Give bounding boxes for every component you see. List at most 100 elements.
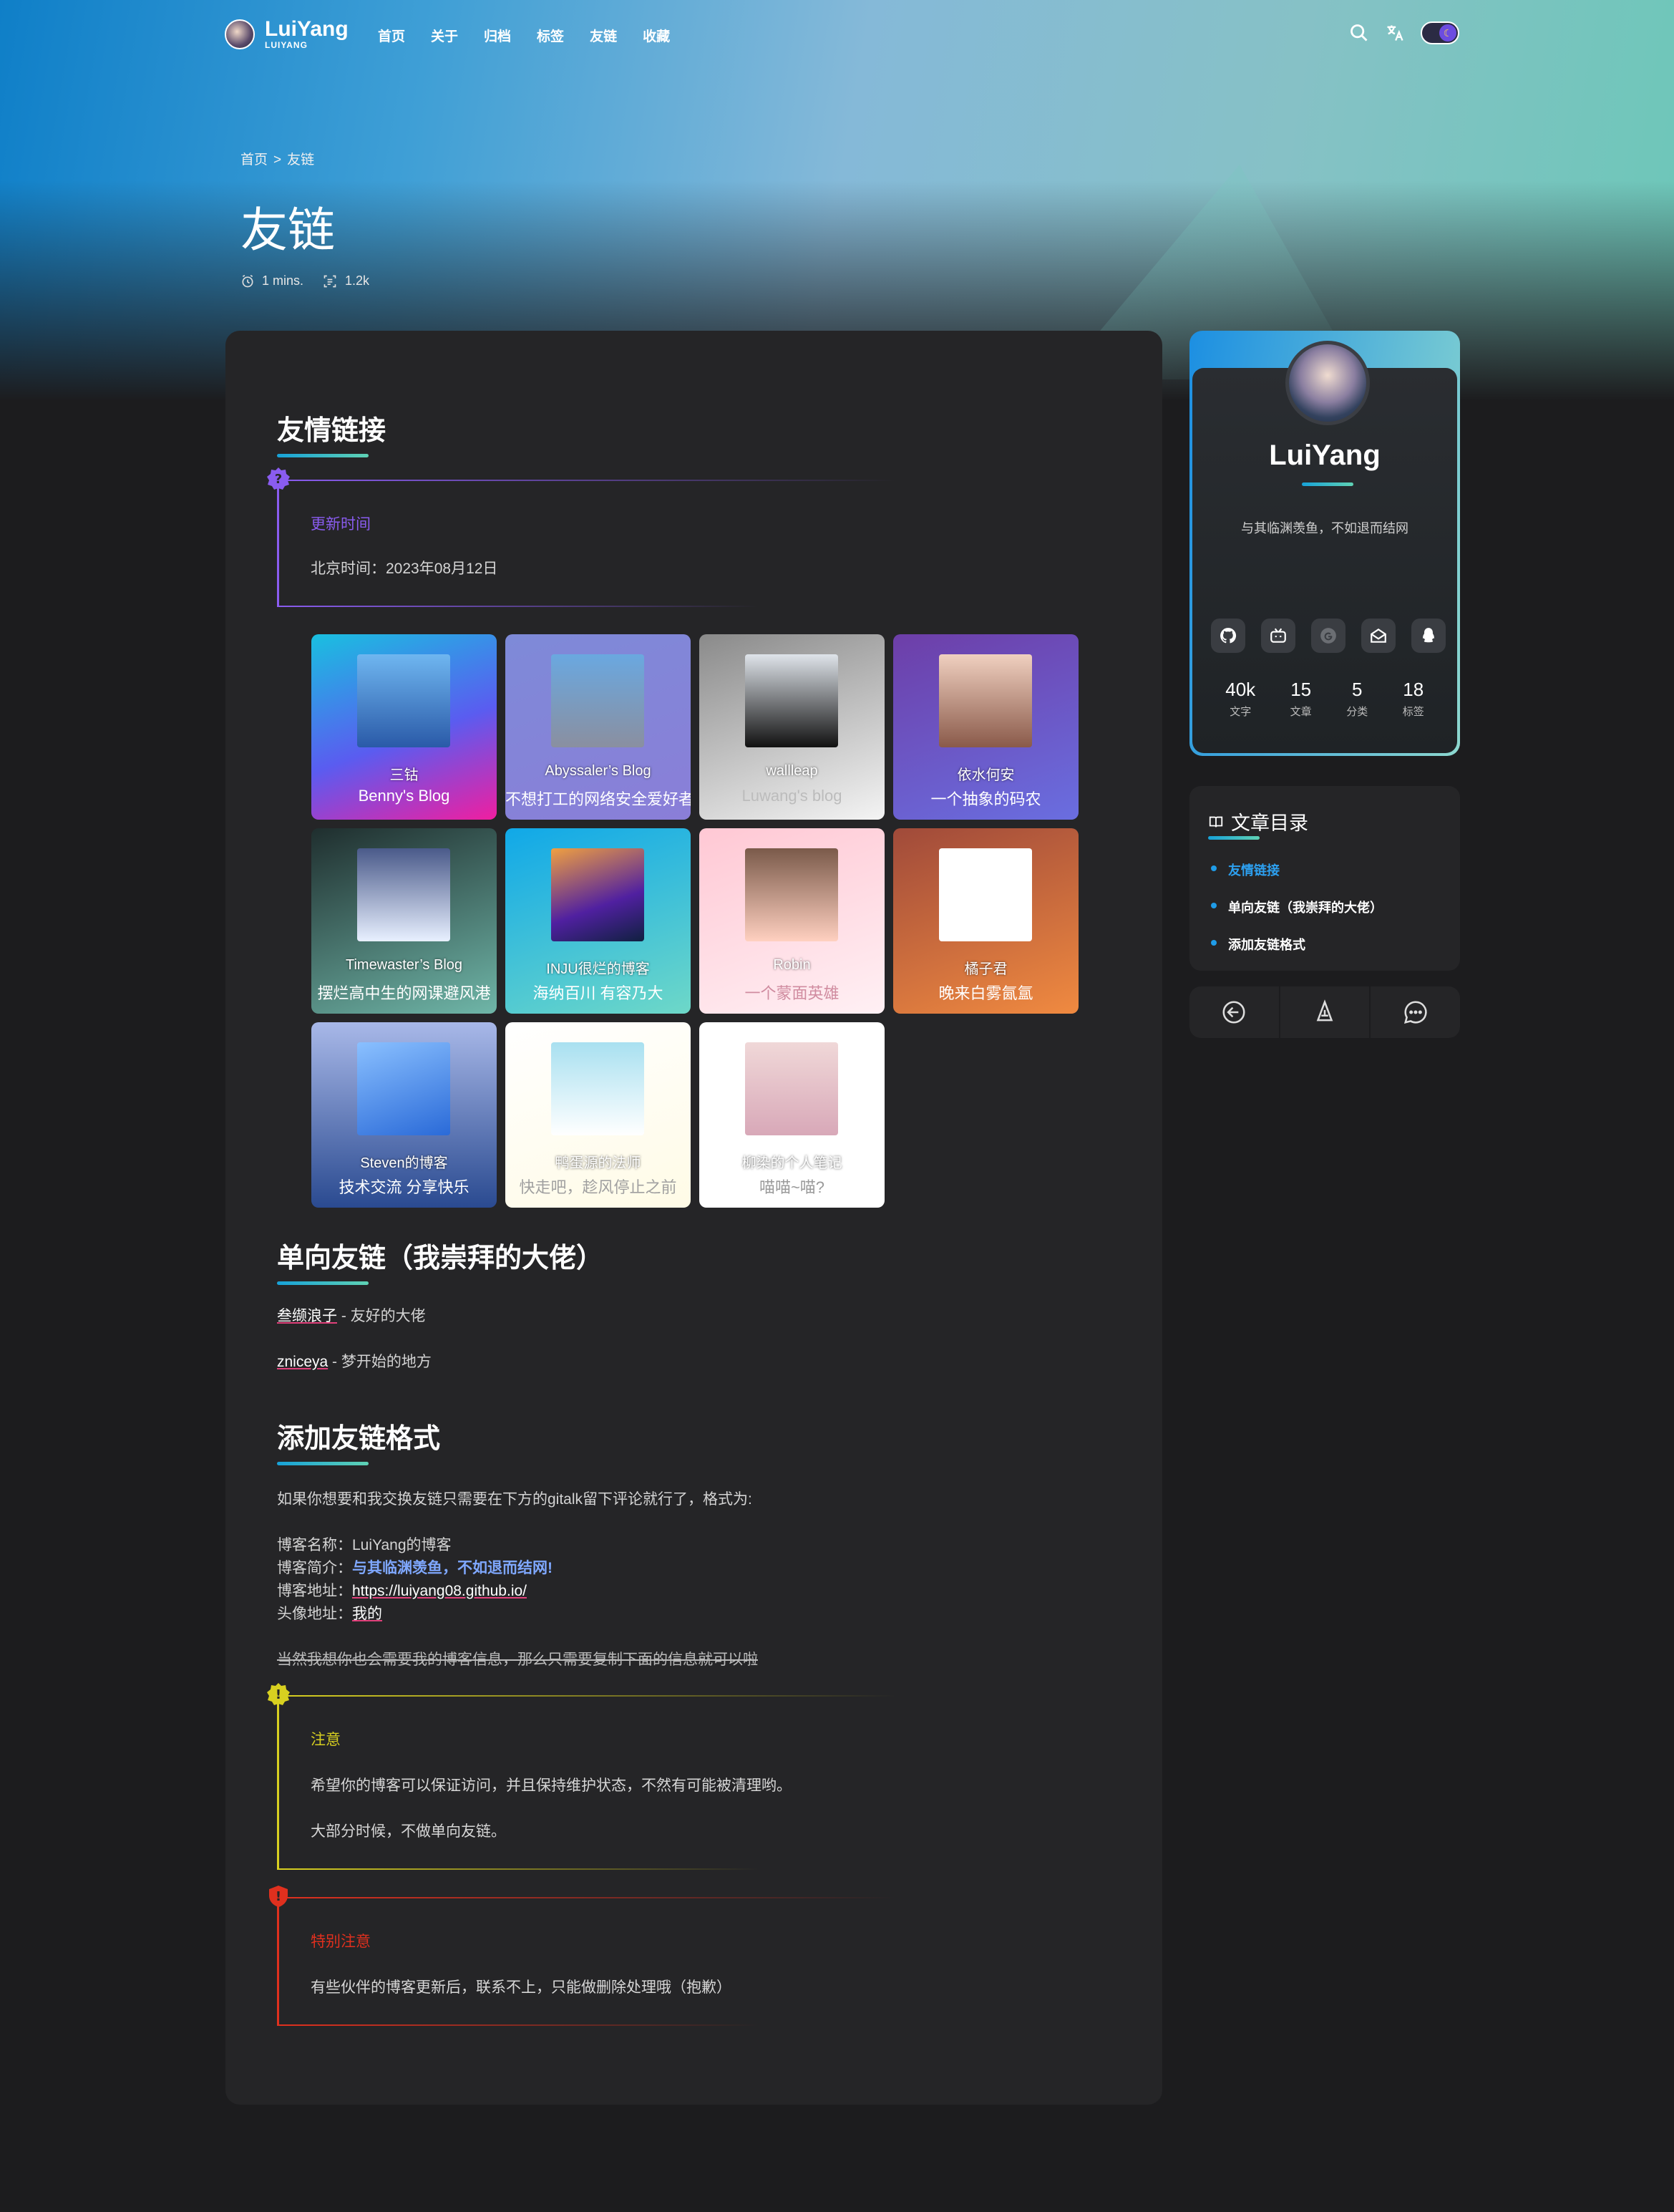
friend-avatar — [939, 848, 1032, 941]
nav-links[interactable]: 友链 — [590, 26, 617, 45]
format-name: 博客名称：LuiYang的博客 — [277, 1537, 452, 1553]
friend-desc: 不想打工的网络安全爱好者 — [505, 790, 691, 808]
friend-avatar — [551, 848, 644, 941]
friend-card[interactable]: Robin 一个蒙面英雄 — [699, 828, 885, 1014]
friend-desc: 晚来白雾氤氲 — [938, 984, 1033, 1002]
profile-avatar[interactable] — [1285, 341, 1370, 425]
friend-card[interactable]: 鸭蛋源的法师快走吧，趁风停止之前 — [505, 1022, 691, 1208]
stat-posts[interactable]: 15 文章 — [1290, 679, 1312, 719]
qq-icon[interactable] — [1411, 619, 1446, 653]
main-nav: 首页 关于 归档 标签 友链 收藏 — [378, 26, 670, 45]
comment-button[interactable] — [1371, 986, 1460, 1038]
friend-desc: 一个抽象的码农 — [930, 790, 1041, 808]
google-icon[interactable] — [1311, 619, 1345, 653]
heading-friends: 友情链接 — [277, 408, 386, 457]
nav-favorites[interactable]: 收藏 — [643, 26, 670, 45]
top-button[interactable] — [1280, 986, 1370, 1038]
translate-icon[interactable] — [1385, 23, 1405, 43]
toc-item[interactable]: 单向友链（我崇拜的大佬） — [1211, 898, 1383, 916]
friend-avatar — [357, 848, 450, 941]
friend-card[interactable]: 依水何安 一个抽象的码农 — [893, 634, 1079, 820]
toc-item[interactable]: 添加友链格式 — [1211, 935, 1383, 954]
format-url-link[interactable]: https://luiyang08.github.io/ — [352, 1583, 527, 1599]
table-of-contents: 文章目录 友情链接 单向友链（我崇拜的大佬） 添加友链格式 — [1189, 786, 1460, 971]
friend-card[interactable]: Timewaster’s Blog 摆烂高中生的网课避风港 — [311, 828, 497, 1014]
oneway-link[interactable]: zniceya — [277, 1354, 328, 1370]
friend-avatar — [551, 654, 644, 747]
breadcrumb-home[interactable]: 首页 — [240, 152, 268, 168]
theme-toggle[interactable]: ☾ — [1421, 21, 1459, 44]
friend-avatar — [357, 654, 450, 747]
post-actions — [1189, 986, 1460, 1038]
friend-avatar — [745, 654, 838, 747]
friend-name: Abyssaler’s Blog — [545, 763, 651, 779]
friend-avatar — [745, 848, 838, 941]
search-icon[interactable] — [1349, 23, 1369, 43]
friend-card[interactable]: 柳染的个人笔记 喵喵~喵? — [699, 1022, 885, 1208]
oneway-link[interactable]: 叁缬浪子 — [277, 1308, 337, 1324]
profile-motto: 与其临渊羡鱼，不如退而结网 — [1241, 521, 1408, 535]
warning-note: ! 注意 希望你的博客可以保证访问，并且保持维护状态，不然有可能被清理哟。 大部… — [267, 1683, 964, 1870]
friend-desc: 快走吧，趁风停止之前 — [519, 1178, 677, 1196]
brand[interactable]: LuiYang LUIYANG — [225, 19, 349, 50]
breadcrumb: 首页 > 友链 — [240, 149, 314, 168]
bilibili-icon[interactable] — [1261, 619, 1295, 653]
friend-name: Timewaster’s Blog — [345, 957, 463, 973]
toc-item[interactable]: 友情链接 — [1211, 860, 1383, 879]
note-text: 有些伙伴的博客更新后，联系不上，只能做删除处理哦（抱歉） — [311, 1979, 731, 1996]
friend-card[interactable]: INJU很烂的博客 海纳百川 有容乃大 — [505, 828, 691, 1014]
nav-tags[interactable]: 标签 — [537, 26, 564, 45]
question-icon: ? — [267, 467, 290, 490]
brand-name: LuiYang — [265, 17, 349, 41]
nav-home[interactable]: 首页 — [378, 26, 405, 45]
friend-name: 橘子君 — [964, 961, 1008, 977]
post-meta: 1 mins. 1.2k — [240, 273, 369, 288]
friend-card[interactable]: wallleap Luwang's blog — [699, 634, 885, 820]
friend-card[interactable]: 橘子君 晚来白雾氤氲 — [893, 828, 1079, 1014]
strike-text: 当然我想你也会需要我的博客信息，那么只需要复制下面的信息就可以啦 — [277, 1651, 758, 1668]
header-tools: ☾ — [1349, 21, 1459, 44]
friend-grid: 三钴 Benny's Blog Abyssaler’s Blog 不想打工的网络安全爱… — [311, 634, 1079, 1208]
book-icon — [1209, 816, 1223, 828]
profile-stats: 40k 文字 15 文章 5 分类 18 标签 — [1208, 679, 1441, 719]
page-title: 友链 — [240, 203, 335, 256]
clock-icon — [242, 274, 253, 287]
social-links — [1211, 619, 1446, 653]
danger-note: ! 特别注意 有些伙伴的博客更新后，联系不上，只能做删除处理哦（抱歉） — [269, 1886, 964, 2026]
friend-name: 鸭蛋源的法师 — [555, 1155, 641, 1171]
profile-name: LuiYang — [1269, 440, 1381, 471]
stat-categories[interactable]: 5 分类 — [1346, 679, 1368, 719]
word-count: 1.2k — [345, 273, 370, 288]
svg-text:?: ? — [275, 472, 282, 487]
breadcrumb-current[interactable]: 友链 — [287, 152, 314, 168]
friend-card[interactable]: 三钴 Benny's Blog — [311, 634, 497, 820]
friend-name: Steven的博客 — [360, 1155, 448, 1171]
friend-desc: 海纳百川 有容乃大 — [532, 984, 663, 1002]
format-avatar-link[interactable]: 我的 — [352, 1606, 382, 1622]
stat-tags[interactable]: 18 标签 — [1403, 679, 1424, 719]
heading-add-format: 添加友链格式 — [277, 1416, 440, 1465]
read-time: 1 mins. — [262, 273, 304, 288]
friend-name: 柳染的个人笔记 — [741, 1155, 842, 1171]
friend-name: wallleap — [766, 763, 818, 779]
friend-desc: Benny's Blog — [358, 787, 450, 805]
heading-oneway: 单向友链（我崇拜的大佬） — [277, 1236, 603, 1285]
github-icon[interactable] — [1211, 619, 1245, 653]
profile-card: LuiYang 与其临渊羡鱼，不如退而结网 40k 文字 15 文章 5 分类 18 标… — [1189, 331, 1460, 756]
top-navbar: LuiYang LUIYANG 首页 关于 归档 标签 友链 收藏 ☾ — [0, 0, 1674, 69]
moon-icon: ☾ — [1439, 24, 1456, 42]
friend-name: Robin — [773, 957, 811, 973]
stat-words[interactable]: 40k 文字 — [1225, 679, 1255, 719]
oneway-item: 叁缬浪子 - 友好的大佬 — [277, 1308, 426, 1324]
friend-card[interactable]: Abyssaler’s Blog 不想打工的网络安全爱好者 — [505, 634, 691, 820]
exclamation-icon: ! — [267, 1683, 290, 1705]
back-button[interactable] — [1189, 986, 1279, 1038]
nav-archive[interactable]: 归档 — [484, 26, 511, 45]
friend-desc: 一个蒙面英雄 — [744, 984, 840, 1002]
update-note: ? 更新时间 北京时间：2023年08月12日 — [267, 467, 964, 607]
mail-icon[interactable] — [1361, 619, 1396, 653]
friend-desc: Luwang's blog — [741, 787, 842, 805]
friend-desc: 喵喵~喵? — [759, 1178, 825, 1196]
nav-about[interactable]: 关于 — [431, 26, 458, 45]
friend-card[interactable]: Steven的博客 技术交流 分享快乐 — [311, 1022, 497, 1208]
